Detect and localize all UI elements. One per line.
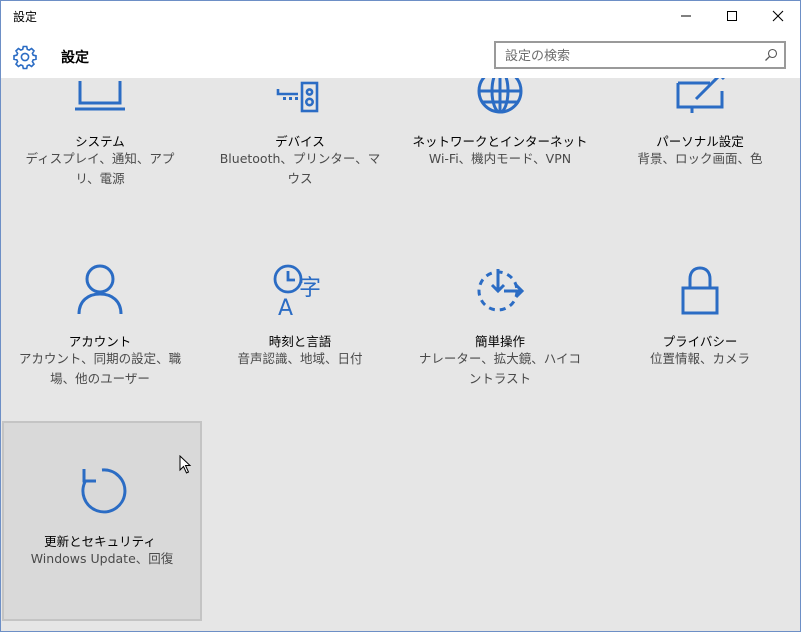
tile-title: 簡単操作 (474, 334, 525, 349)
gear-icon[interactable] (12, 44, 38, 70)
tile-title: 更新とセキュリティ (44, 534, 156, 549)
lock-icon (681, 266, 719, 315)
tile-description: Windows Update、回復 (30, 551, 174, 566)
person-icon (77, 264, 123, 315)
tile-update-security[interactable]: 更新とセキュリティ Windows Update、回復 (2, 421, 202, 621)
tile-description: 音声認識、地域、日付 (237, 351, 363, 366)
minimize-icon (681, 15, 691, 17)
svg-text:A: A (278, 296, 293, 321)
title-bar: 設定 (0, 0, 801, 32)
tile-system[interactable]: システム ディスプレイ、通知、アプリ、電源 (0, 78, 200, 221)
svg-text:字: 字 (299, 276, 321, 301)
tile-title: パーソナル設定 (656, 134, 744, 149)
tile-ease-of-access[interactable]: 簡単操作 ナレーター、拡大鏡、ハイコントラスト (400, 221, 600, 421)
tile-accounts[interactable]: アカウント アカウント、同期の設定、職場、他のユーザー (0, 221, 200, 421)
settings-header: 設定 (0, 32, 801, 78)
search-input[interactable] (505, 47, 755, 65)
search-box[interactable] (494, 41, 786, 69)
minimize-button[interactable] (663, 0, 709, 32)
tile-description: 背景、ロック画面、色 (637, 151, 763, 166)
tile-title: システム (75, 134, 125, 149)
maximize-button[interactable] (709, 0, 755, 32)
maximize-icon (727, 11, 737, 21)
tile-description: Bluetooth、プリンター、マウス (219, 151, 381, 186)
tile-description: 位置情報、カメラ (649, 351, 750, 366)
tile-privacy[interactable]: プライバシー 位置情報、カメラ (600, 221, 800, 421)
settings-grid: システム ディスプレイ、通知、アプリ、電源 デバイス Bluetooth、プリン… (0, 78, 801, 632)
globe-icon (477, 78, 523, 114)
tile-title: デバイス (275, 134, 325, 149)
devices-icon (276, 81, 319, 113)
refresh-icon (81, 468, 127, 514)
close-icon (772, 10, 784, 22)
tile-description: ディスプレイ、通知、アプリ、電源 (25, 151, 175, 186)
window-title: 設定 (13, 10, 38, 24)
search-icon[interactable] (764, 48, 778, 62)
tile-description: ナレーター、拡大鏡、ハイコントラスト (418, 351, 582, 386)
close-button[interactable] (755, 0, 801, 32)
time-language-icon: A 字 (273, 264, 321, 321)
page-title: 設定 (61, 50, 89, 66)
ease-of-access-icon (477, 269, 525, 312)
personalization-icon (676, 78, 725, 113)
tile-personalization[interactable]: パーソナル設定 背景、ロック画面、色 (600, 78, 800, 221)
tile-devices[interactable]: デバイス Bluetooth、プリンター、マウス (200, 78, 400, 221)
tile-description: アカウント、同期の設定、職場、他のユーザー (18, 351, 182, 386)
tile-time-language[interactable]: A 字 時刻と言語 音声認識、地域、日付 (200, 221, 400, 421)
tile-title: アカウント (68, 334, 132, 349)
laptop-icon (75, 81, 125, 111)
tile-title: ネットワークとインターネット (412, 134, 588, 149)
tile-title: 時刻と言語 (268, 334, 332, 349)
tile-network[interactable]: ネットワークとインターネット Wi-Fi、機内モード、VPN (400, 78, 600, 221)
tile-description: Wi-Fi、機内モード、VPN (428, 151, 572, 166)
mouse-cursor-icon (179, 455, 192, 474)
tile-title: プライバシー (662, 334, 738, 349)
